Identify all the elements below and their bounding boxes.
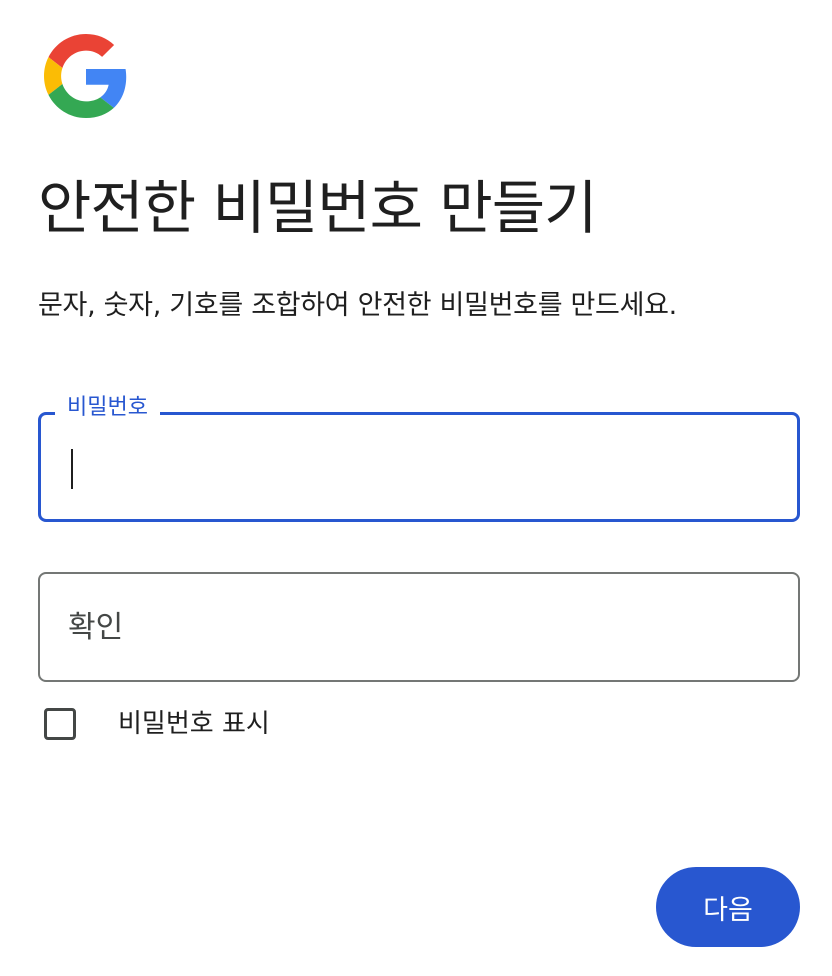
google-logo-icon xyxy=(44,34,127,118)
text-caret xyxy=(71,449,73,489)
next-button[interactable]: 다음 xyxy=(656,867,800,947)
password-field[interactable]: 비밀번호 xyxy=(38,393,800,522)
create-password-page: 안전한 비밀번호 만들기 문자, 숫자, 기호를 조합하여 안전한 비밀번호를 … xyxy=(0,0,832,976)
confirm-password-input[interactable] xyxy=(40,574,798,680)
password-field-label: 비밀번호 xyxy=(55,393,160,423)
show-password-row[interactable]: 비밀번호 표시 xyxy=(44,704,270,744)
confirm-password-field[interactable] xyxy=(38,572,800,682)
show-password-label[interactable]: 비밀번호 표시 xyxy=(118,706,270,742)
show-password-checkbox[interactable] xyxy=(44,708,76,740)
page-title: 안전한 비밀번호 만들기 xyxy=(38,174,597,242)
page-subtitle: 문자, 숫자, 기호를 조합하여 안전한 비밀번호를 만드세요. xyxy=(38,290,677,321)
